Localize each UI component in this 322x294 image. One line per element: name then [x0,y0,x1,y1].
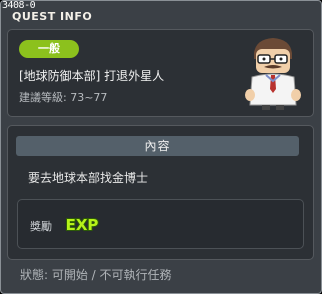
category-badge: 一般 [19,40,79,58]
quest-description: 要去地球本部找金博士 [28,171,149,185]
exp-icon: EXP [65,215,100,235]
window-title: QUEST INFO [12,10,93,23]
exp-icon-text: EXP [66,216,99,234]
quest-name: [地球防御本部] 打退外星人 [19,69,165,83]
quest-status: 狀態: 可開始 / 不可執行任務 [20,268,172,282]
scientist-npc-icon [245,38,301,110]
content-section-header: 內容 [16,136,299,156]
reward-label: 獎勵 [30,220,52,233]
recommended-level: 建議等級: 73~77 [19,91,108,104]
reward-box [17,199,304,249]
